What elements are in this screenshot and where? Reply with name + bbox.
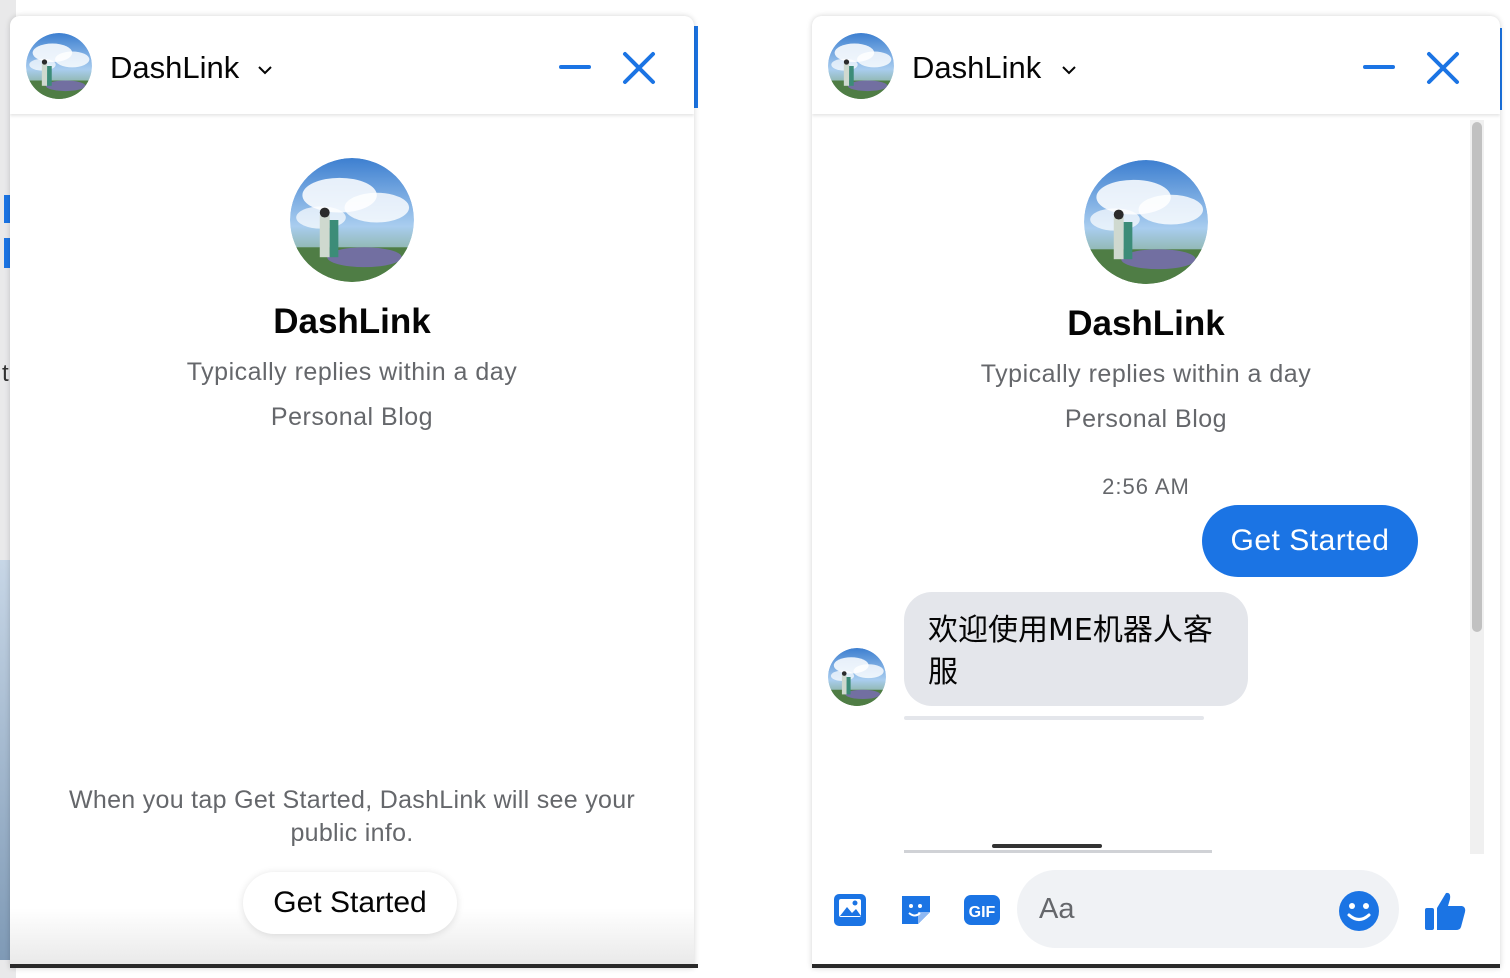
- page-name-title[interactable]: DashLink: [110, 50, 239, 86]
- privacy-notice: When you tap Get Started, DashLink will …: [68, 786, 636, 847]
- chat-widget-welcome: DashLink DashLink Typically replies with…: [10, 16, 694, 968]
- page-profile: DashLink Typically replies within a day …: [812, 160, 1480, 434]
- page-profile: DashLink Typically replies within a day …: [10, 158, 694, 432]
- chat-header: DashLink: [10, 16, 694, 114]
- message-timestamp: 2:56 AM: [1102, 474, 1190, 499]
- profile-avatar: [1084, 160, 1208, 284]
- image-icon[interactable]: [830, 890, 870, 930]
- avatar[interactable]: [26, 33, 92, 99]
- gif-icon[interactable]: GIF: [962, 890, 1002, 930]
- page-name-title[interactable]: DashLink: [912, 50, 1041, 86]
- profile-avatar: [290, 158, 414, 282]
- page-category: Personal Blog: [1064, 405, 1228, 433]
- page-category: Personal Blog: [270, 403, 434, 431]
- outgoing-message-bubble[interactable]: Get Started: [1202, 505, 1418, 577]
- divider: [812, 964, 1500, 968]
- thumbs-up-icon[interactable]: [1422, 888, 1468, 934]
- chat-header: DashLink: [812, 16, 1500, 114]
- scrollbar-thumb[interactable]: [1472, 122, 1482, 632]
- clipped-message-text: [992, 838, 1102, 848]
- divider: [10, 964, 698, 968]
- close-icon[interactable]: [1425, 50, 1461, 86]
- sticker-icon[interactable]: [896, 890, 936, 930]
- minimize-icon[interactable]: [559, 65, 591, 69]
- chat-widget-conversation: DashLink DashLink Typically replies with…: [812, 16, 1500, 968]
- quick-reply-card-edge: [904, 716, 1204, 720]
- emoji-icon[interactable]: [1338, 890, 1380, 932]
- chevron-down-icon[interactable]: [1061, 62, 1077, 78]
- reply-time: Typically replies within a day: [186, 358, 518, 386]
- reply-time: Typically replies within a day: [980, 360, 1312, 388]
- svg-text:GIF: GIF: [969, 904, 996, 921]
- incoming-message-bubble[interactable]: 欢迎使用ME机器人客服: [904, 592, 1248, 706]
- avatar[interactable]: [828, 33, 894, 99]
- quick-reply-card-edge: [904, 850, 1212, 853]
- message-composer: GIF: [812, 854, 1500, 968]
- close-icon[interactable]: [621, 50, 657, 86]
- chevron-down-icon[interactable]: [257, 62, 273, 78]
- background-text-fragment: t: [2, 360, 9, 387]
- scrollbar[interactable]: [1470, 120, 1484, 856]
- profile-name: DashLink: [1067, 304, 1225, 343]
- profile-name: DashLink: [273, 302, 431, 341]
- minimize-icon[interactable]: [1363, 65, 1395, 69]
- get-started-button[interactable]: Get Started: [243, 872, 457, 934]
- sender-avatar[interactable]: [828, 648, 886, 706]
